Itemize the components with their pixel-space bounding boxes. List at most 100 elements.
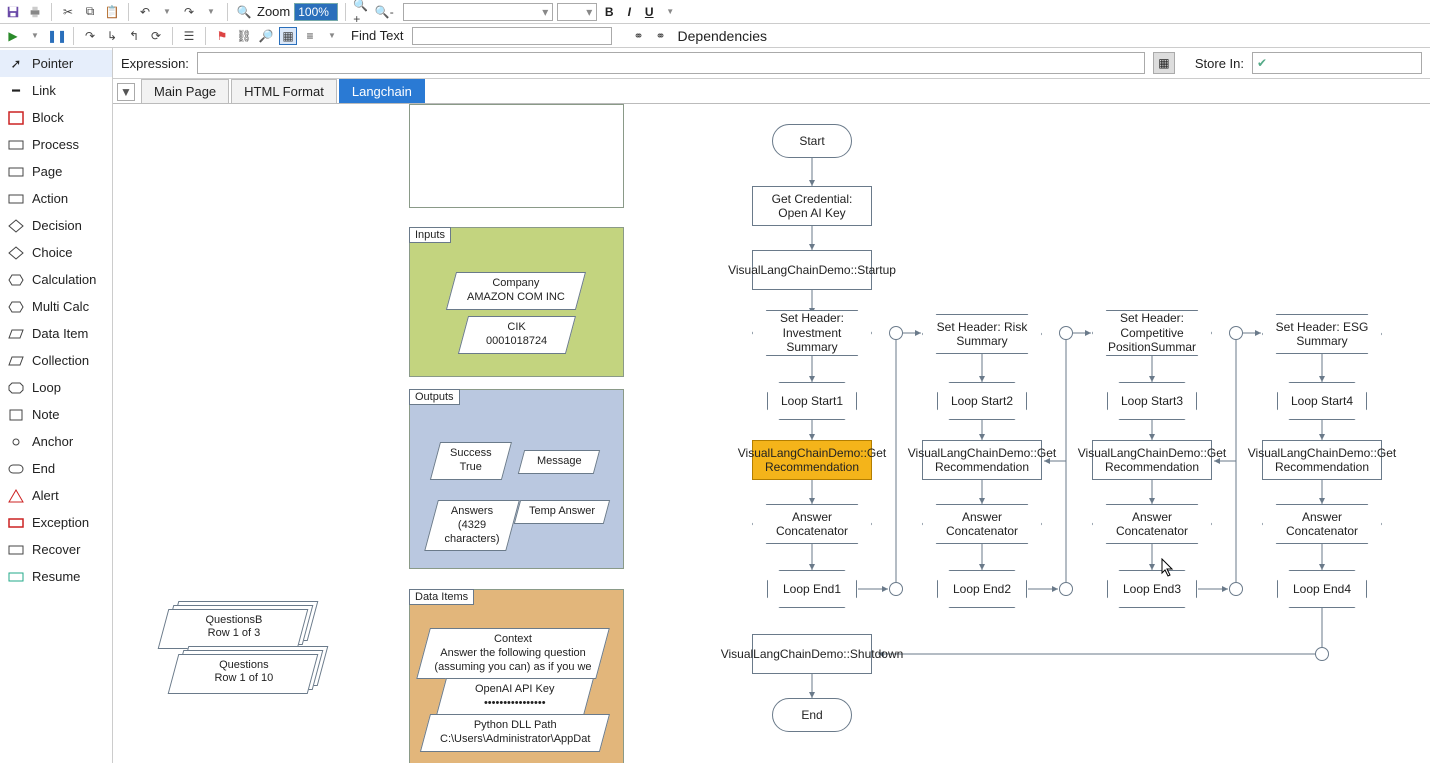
node-get-credential[interactable]: Get Credential: Open AI Key [752,186,872,226]
tabs-dropdown[interactable]: ▼ [117,83,135,101]
node-loop-start-4[interactable]: Loop Start4 [1277,382,1367,420]
node-get-recommendation-4[interactable]: VisualLangChainDemo::Get Recommendation [1262,440,1382,480]
restart-icon[interactable]: ⟳ [147,27,165,45]
flag-icon[interactable]: ⚑ [213,27,231,45]
underline-button[interactable]: U [641,5,657,19]
tool-loop[interactable]: Loop [0,374,112,401]
input-company[interactable]: CompanyAMAZON COM INC [446,272,586,310]
data-dllpath[interactable]: Python DLL PathC:\Users\Administrator\Ap… [420,714,610,752]
output-answers[interactable]: Answers(4329 characters) [424,500,520,551]
tool-link[interactable]: ━Link [0,77,112,104]
step-out-icon[interactable]: ↰ [125,27,143,45]
node-shutdown[interactable]: VisualLangChainDemo::Shutdown [752,634,872,674]
node-set-header-2[interactable]: Set Header: Risk Summary [922,314,1042,354]
tool-page[interactable]: Page [0,158,112,185]
node-get-recommendation-3[interactable]: VisualLangChainDemo::Get Recommendation [1092,440,1212,480]
tool-multicalc[interactable]: Multi Calc [0,293,112,320]
step-over-icon[interactable]: ↷ [81,27,99,45]
anchor-2b[interactable] [1059,582,1073,596]
node-set-header-3[interactable]: Set Header: Competitive PositionSummar [1092,310,1212,356]
node-loop-end-3[interactable]: Loop End3 [1107,570,1197,608]
tool-alert[interactable]: Alert [0,482,112,509]
align-dropdown-icon[interactable]: ▼ [323,27,341,45]
node-get-recommendation-2[interactable]: VisualLangChainDemo::Get Recommendation [922,440,1042,480]
tool-action[interactable]: Action [0,185,112,212]
redo-dropdown-icon[interactable]: ▼ [202,3,220,21]
anchor-2t[interactable] [1059,326,1073,340]
bold-button[interactable]: B [601,5,617,19]
output-success[interactable]: SuccessTrue [430,442,512,480]
zoom-search-icon[interactable]: 🔍 [235,3,253,21]
node-loop-end-4[interactable]: Loop End4 [1277,570,1367,608]
play-icon[interactable]: ▶ [4,27,22,45]
node-end[interactable]: End [772,698,852,732]
node-answer-concat-4[interactable]: Answer Concatenator [1262,504,1382,544]
node-answer-concat-2[interactable]: Answer Concatenator [922,504,1042,544]
format-dropdown-icon[interactable]: ▼ [661,3,679,21]
undo-dropdown-icon[interactable]: ▼ [158,3,176,21]
expression-input[interactable] [197,52,1145,74]
tool-block[interactable]: Block [0,104,112,131]
input-cik[interactable]: CIK0001018724 [458,316,576,354]
font-size-select[interactable]: ▾ [557,3,597,21]
node-loop-end-2[interactable]: Loop End2 [937,570,1027,608]
anchor-1b[interactable] [889,582,903,596]
tool-note[interactable]: Note [0,401,112,428]
pause-icon[interactable]: ❚❚ [48,27,66,45]
italic-button[interactable]: I [621,5,637,19]
node-get-recommendation-1[interactable]: VisualLangChainDemo::Get Recommendation [752,440,872,480]
step-in-icon[interactable]: ↳ [103,27,121,45]
play-dropdown-icon[interactable]: ▼ [26,27,44,45]
anchor-3b[interactable] [1229,582,1243,596]
paste-icon[interactable]: 📋 [103,3,121,21]
tool-decision[interactable]: Decision [0,212,112,239]
link-chain-icon[interactable]: ⛓ [235,27,253,45]
data-apikey[interactable]: OpenAI API Key•••••••••••••••• [436,678,594,716]
node-loop-start-1[interactable]: Loop Start1 [767,382,857,420]
dependencies-icon-2[interactable]: ⚭ [652,27,670,45]
cut-icon[interactable]: ✂ [59,3,77,21]
node-loop-end-1[interactable]: Loop End1 [767,570,857,608]
grid-toggle-icon[interactable]: ▦ [279,27,297,45]
dependencies-label[interactable]: Dependencies [678,28,768,44]
find-input[interactable] [412,27,612,45]
anchor-3t[interactable] [1229,326,1243,340]
node-set-header-1[interactable]: Set Header: Investment Summary [752,310,872,356]
font-select[interactable]: ▾ [403,3,553,21]
tool-process[interactable]: Process [0,131,112,158]
node-start[interactable]: Start [772,124,852,158]
tool-calculation[interactable]: Calculation [0,266,112,293]
tool-dataitem[interactable]: Data Item [0,320,112,347]
node-answer-concat-3[interactable]: Answer Concatenator [1092,504,1212,544]
node-answer-concat-1[interactable]: Answer Concatenator [752,504,872,544]
inspect-icon[interactable]: 🔎 [257,27,275,45]
tool-choice[interactable]: Choice [0,239,112,266]
tool-recover[interactable]: Recover [0,536,112,563]
diagram-canvas[interactable]: Inputs CompanyAMAZON COM INC CIK00010187… [113,104,1430,763]
data-context[interactable]: ContextAnswer the following question (as… [416,628,610,679]
tool-exception[interactable]: Exception [0,509,112,536]
save-icon[interactable] [4,3,22,21]
anchor-1t[interactable] [889,326,903,340]
copy-icon[interactable]: ⧉ [81,3,99,21]
node-loop-start-2[interactable]: Loop Start2 [937,382,1027,420]
tool-pointer[interactable]: ➚Pointer [0,50,112,77]
node-set-header-4[interactable]: Set Header: ESG Summary [1262,314,1382,354]
print-icon[interactable] [26,3,44,21]
node-loop-start-3[interactable]: Loop Start3 [1107,382,1197,420]
group-box-top[interactable] [409,104,624,208]
expression-picker-button[interactable]: ▦ [1153,52,1175,74]
store-in-input[interactable]: ✔ [1252,52,1422,74]
output-message[interactable]: Message [518,450,600,474]
anchor-4b[interactable] [1315,647,1329,661]
dependencies-icon-1[interactable]: ⚭ [630,27,648,45]
node-startup[interactable]: VisualLangChainDemo::Startup [752,250,872,290]
tab-html-format[interactable]: HTML Format [231,79,337,103]
zoom-in-icon[interactable]: 🔍+ [353,3,371,21]
tab-main-page[interactable]: Main Page [141,79,229,103]
align-icon[interactable]: ≡ [301,27,319,45]
tool-anchor[interactable]: Anchor [0,428,112,455]
zoom-out-icon[interactable]: 🔍- [375,3,393,21]
tool-end[interactable]: End [0,455,112,482]
tool-collection[interactable]: Collection [0,347,112,374]
